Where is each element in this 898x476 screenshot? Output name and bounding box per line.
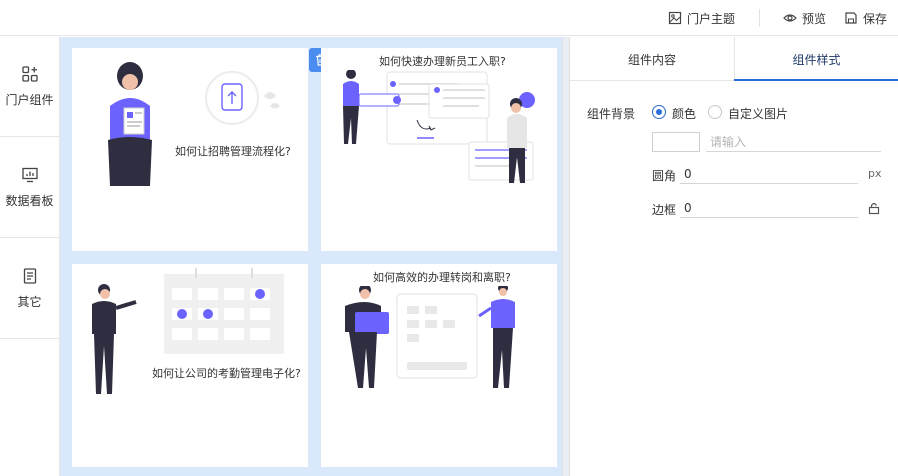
save-icon	[845, 12, 857, 24]
active-tab-indicator	[734, 79, 898, 81]
sidebar-item-data-board[interactable]: 数据看板	[0, 138, 59, 238]
radius-unit: px	[868, 167, 882, 180]
theme-icon	[668, 11, 682, 25]
save-button[interactable]: 保存	[844, 10, 887, 26]
color-input[interactable]	[706, 132, 881, 152]
radius-label: 圆角	[652, 169, 677, 183]
preview-button[interactable]: 预览	[783, 10, 826, 26]
radius-input[interactable]	[680, 164, 858, 184]
card-title: 如何让招聘管理流程化?	[175, 145, 291, 158]
border-label: 边框	[652, 203, 677, 217]
radio-color[interactable]	[652, 105, 666, 119]
top-toolbar: 门户主题 预览 保存	[0, 0, 898, 36]
toolbar-divider	[759, 9, 760, 27]
card-title: 如何快速办理新员工入职?	[379, 55, 506, 68]
tab-component-content[interactable]: 组件内容	[570, 37, 734, 81]
sidebar-item-others[interactable]: 其它	[0, 239, 59, 339]
portal-theme-button[interactable]: 门户主题	[668, 10, 735, 26]
background-label: 组件背景	[587, 107, 636, 121]
recruitment-illustration	[108, 62, 280, 186]
card-attendance[interactable]: 如何让公司的考勤管理电子化?	[72, 264, 308, 467]
sidebar-item-label: 数据看板	[5, 194, 54, 208]
color-swatch[interactable]	[652, 132, 700, 152]
left-sidebar: 门户组件 数据看板 其它	[0, 37, 60, 476]
card-transfer[interactable]: 如何高效的办理转岗和离职?	[321, 264, 557, 467]
border-input[interactable]	[680, 198, 858, 218]
document-icon	[23, 268, 36, 284]
transfer-illustration	[345, 286, 515, 388]
card-title: 如何高效的办理转岗和离职?	[373, 271, 511, 284]
panel-resize-handle[interactable]	[562, 37, 570, 476]
radio-custom-image-label[interactable]: 自定义图片	[728, 105, 788, 122]
card-onboarding[interactable]: 如何快速办理新员工入职?	[321, 48, 557, 251]
lock-icon[interactable]	[867, 201, 881, 215]
save-label: 保存	[863, 11, 888, 26]
eye-icon	[783, 14, 797, 22]
card-recruitment[interactable]: 如何让招聘管理流程化?	[72, 48, 308, 251]
sidebar-item-label: 其它	[17, 295, 42, 309]
monitor-chart-icon	[21, 167, 38, 183]
portal-canvas: 如何让招聘管理流程化? 如何快速办理新员工入职? 如何让公司的考勤管理电子化? …	[60, 37, 569, 476]
properties-panel: 组件内容 组件样式 组件背景 颜色 自定义图片 圆角 px 边框	[570, 37, 898, 476]
radio-custom-image[interactable]	[708, 105, 722, 119]
card-title: 如何让公司的考勤管理电子化?	[152, 367, 301, 380]
onboarding-illustration	[343, 70, 535, 183]
sidebar-item-label: 门户组件	[5, 93, 54, 107]
sidebar-item-portal-components[interactable]: 门户组件	[0, 37, 59, 137]
tab-component-style[interactable]: 组件样式	[734, 37, 898, 81]
grid-plus-icon	[21, 66, 38, 82]
preview-label: 预览	[802, 11, 827, 26]
portal-theme-label: 门户主题	[687, 11, 736, 26]
radio-color-label[interactable]: 颜色	[672, 105, 696, 122]
panel-tabs: 组件内容 组件样式	[570, 37, 898, 81]
